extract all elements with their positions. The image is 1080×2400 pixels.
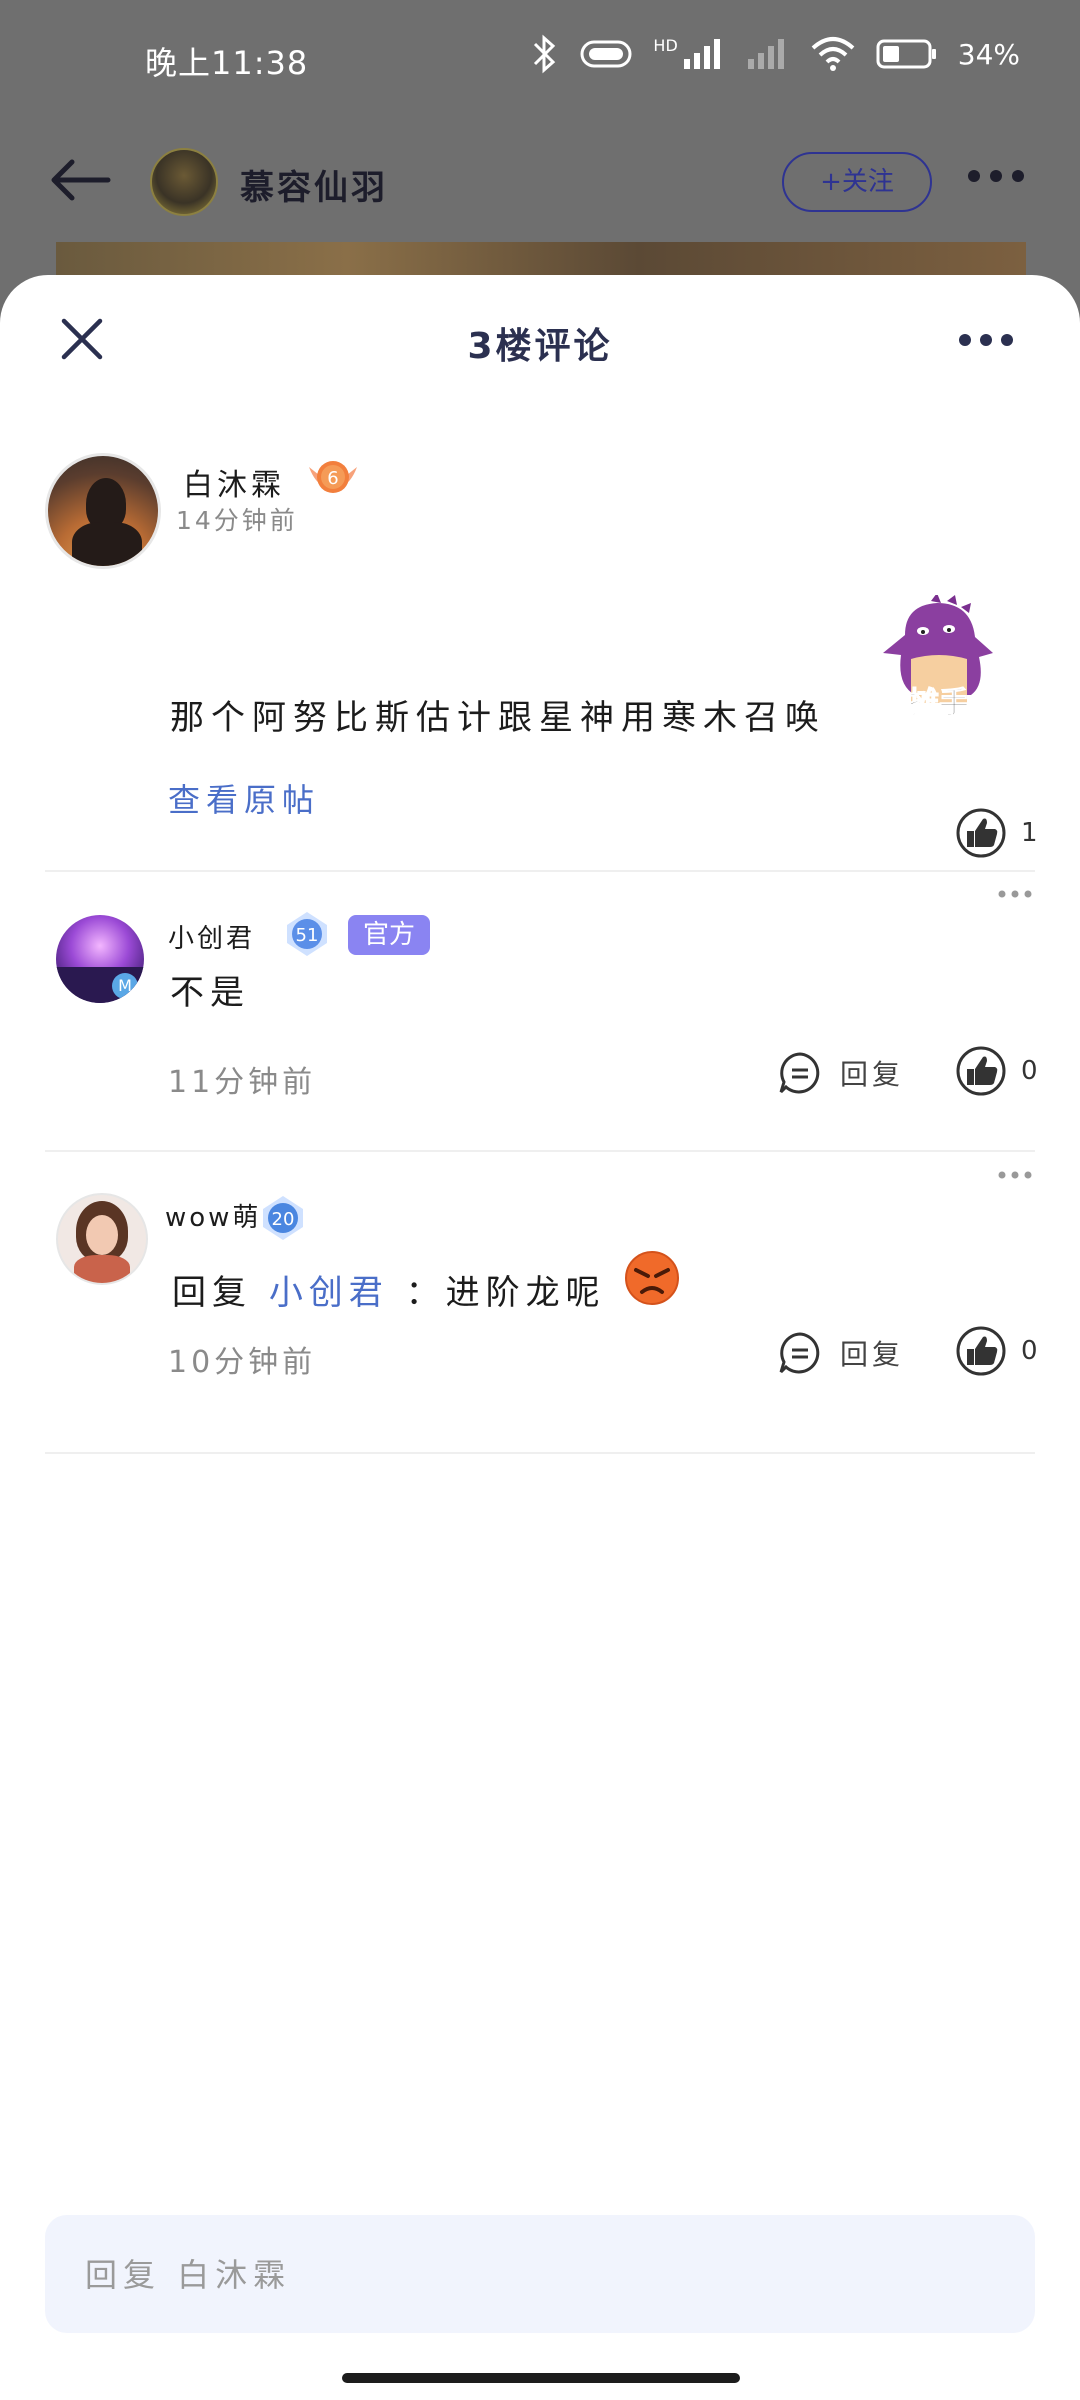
follow-button[interactable]: +关注 [782,152,932,212]
avatar[interactable]: M [56,915,144,1003]
back-arrow-icon[interactable] [48,158,112,202]
level-text: 51 [296,925,319,946]
like-button[interactable]: 0 [955,1045,1038,1097]
more-dots-icon[interactable] [958,333,1014,347]
post-header: 慕容仙羽 +关注 [0,140,1080,230]
comment-text: 那个阿努比斯估计跟星神用寒木召唤 [170,698,826,738]
reply-button[interactable]: 回复 [778,1051,904,1095]
reply-label: 回复 [840,1338,905,1371]
vibrate-icon [580,40,632,68]
battery-icon [876,39,936,69]
bluetooth-icon [534,34,556,74]
like-icon [956,1326,1006,1376]
divider [45,1150,1035,1152]
author-name[interactable]: 慕容仙羽 [240,160,388,209]
like-count: 1 [1021,818,1038,848]
divider [45,870,1035,872]
angry-emoji-icon [625,1251,679,1305]
hd-label: HD [653,35,678,55]
signal-2-icon [747,39,784,69]
avatar-tag: M [112,973,138,999]
status-bar: 晚上11:38 HD 34% [0,0,1080,120]
view-original-link[interactable]: 查看原帖 [168,775,320,821]
status-icons: HD 34% [529,34,1020,74]
level-text: 20 [272,1209,295,1230]
sticker-text: 摊手 [909,686,969,721]
divider [45,1452,1035,1454]
reply-suffix: ：进阶龙呢 [405,1273,606,1313]
wifi-icon [811,37,855,71]
like-count: 0 [1021,1336,1038,1366]
more-dots-icon[interactable] [997,889,1033,899]
like-icon [956,808,1006,858]
official-badge: 官方 [348,915,430,955]
reply-text: 回复 小创君 ：进阶龙呢 [172,1265,606,1314]
like-count: 0 [1021,1056,1038,1086]
comment-time: 14分钟前 [176,506,298,535]
level-text: 6 [327,468,338,489]
background-app: 晚上11:38 HD 34% 慕容仙羽 +关注 [0,0,1080,302]
sheet-title: 3楼评论 [467,326,613,367]
avatar[interactable] [45,453,161,569]
like-button[interactable]: 1 [955,807,1038,859]
author-avatar[interactable] [150,148,218,216]
reply-text: 不是 [170,973,250,1013]
reply-input[interactable] [83,2215,987,2335]
comment-sheet: 3楼评论 白沐霖 6 14分钟前 摊手 那个阿努比斯估计跟星神用寒木召唤 查看原… [0,275,1080,2400]
reply-prefix: 回复 [172,1273,252,1313]
reply-author[interactable]: wow萌 [165,1197,261,1234]
reply-author[interactable]: 小创君 [168,918,255,955]
more-dots-icon[interactable] [966,168,1026,184]
home-indicator[interactable] [342,2373,740,2383]
level-badge-icon: 20 [263,1196,303,1240]
tanshou-sticker: 摊手 [883,595,993,722]
reply-input-container[interactable] [45,2215,1035,2335]
reply-time: 11分钟前 [168,1065,317,1100]
mention-link[interactable]: 小创君 [269,1273,389,1313]
avatar[interactable] [56,1193,148,1285]
like-button[interactable]: 0 [955,1325,1038,1377]
comment-author[interactable]: 白沐霖 [183,460,285,504]
reply-time: 10分钟前 [168,1345,317,1380]
reply-button[interactable]: 回复 [778,1331,904,1375]
level-badge-icon: 51 [287,912,327,956]
like-icon [956,1046,1006,1096]
level-badge-icon: 6 [309,461,357,493]
more-dots-icon[interactable] [997,1170,1033,1180]
comment-icon [779,1332,820,1374]
battery-percent: 34% [957,37,1020,71]
reply-label: 回复 [840,1058,905,1091]
comment-icon [779,1052,820,1094]
status-time: 晚上11:38 [145,44,309,82]
signal-icon [683,39,720,69]
